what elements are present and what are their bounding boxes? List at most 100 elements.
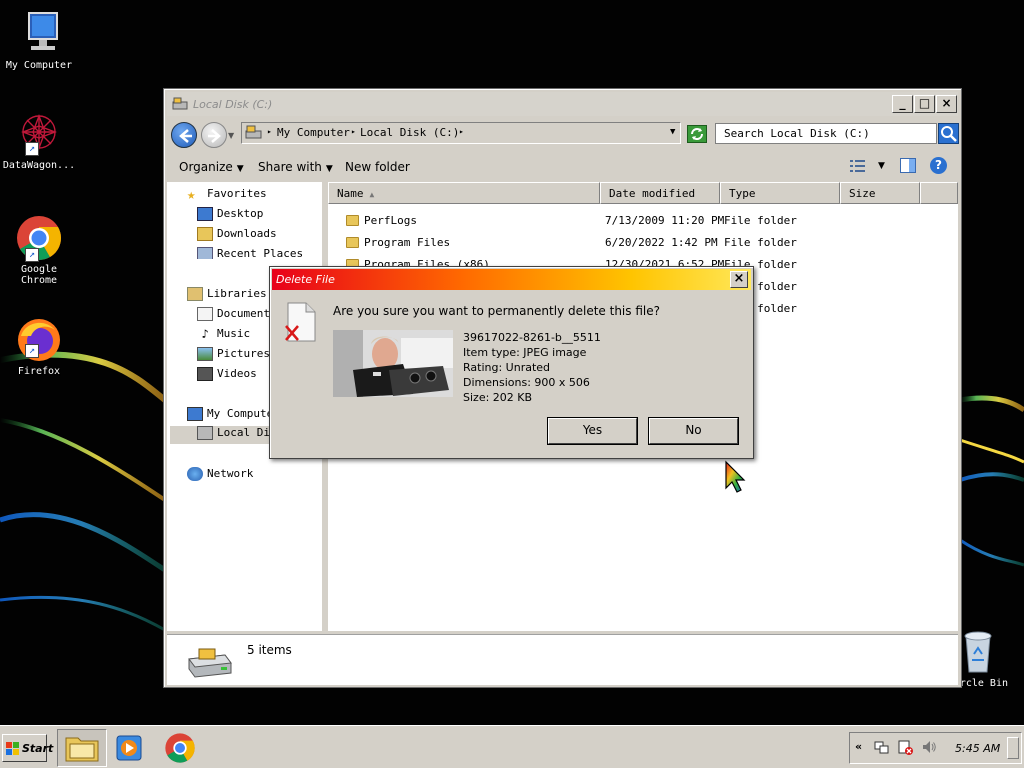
minimize-button[interactable]: _ — [892, 95, 913, 113]
nav-label: Favorites — [207, 187, 267, 200]
nav-network[interactable]: Network — [187, 467, 253, 485]
desktop-icon-firefox[interactable]: ↗ Firefox — [1, 316, 77, 377]
search-button[interactable] — [938, 123, 959, 144]
item-type: Item type: JPEG image — [463, 346, 587, 359]
yes-button[interactable]: Yes — [548, 418, 637, 444]
taskbar-media-player-button[interactable] — [116, 734, 142, 762]
taskbar-explorer-button[interactable] — [57, 729, 107, 767]
share-with-menu[interactable]: Share with ▼ — [258, 160, 333, 174]
nav-label: Videos — [217, 367, 257, 380]
tray-expand-button[interactable]: « — [855, 740, 862, 753]
dialog-question: Are you sure you want to permanently del… — [333, 304, 660, 318]
volume-icon[interactable] — [921, 739, 937, 755]
nav-videos[interactable]: Videos — [197, 367, 257, 385]
shortcut-arrow-icon: ↗ — [25, 248, 39, 262]
caret-down-icon: ▼ — [236, 164, 244, 174]
nav-music[interactable]: ♪ Music — [197, 327, 250, 345]
new-folder-button[interactable]: New folder — [345, 160, 410, 174]
desktop-icon-datawagon[interactable]: ↗ DataWagon... — [1, 110, 77, 171]
column-header-filler — [920, 182, 958, 204]
nav-label: Downloads — [217, 227, 277, 240]
nav-documents[interactable]: Documents — [197, 307, 277, 325]
dialog-title: Delete File — [276, 273, 335, 286]
nav-downloads[interactable]: Downloads — [197, 227, 277, 245]
breadcrumb-local-disk[interactable]: Local Disk (C:) — [360, 126, 459, 139]
nav-label: Desktop — [217, 207, 264, 220]
maximize-button[interactable]: □ — [914, 95, 935, 113]
recent-places-icon — [197, 247, 213, 259]
nav-libraries[interactable]: Libraries — [187, 287, 267, 305]
desktop-icon-my-computer[interactable]: My Computer — [1, 10, 77, 71]
libraries-icon — [187, 287, 203, 301]
shortcut-arrow-icon: ↗ — [25, 344, 39, 358]
breadcrumb-chevron-icon[interactable]: ▸ — [351, 127, 356, 136]
nav-my-computer[interactable]: My Compute — [187, 407, 273, 425]
nav-desktop[interactable]: Desktop — [197, 207, 263, 225]
close-button[interactable]: × — [936, 95, 957, 113]
start-button[interactable]: Start — [2, 734, 53, 762]
folder-icon — [65, 737, 99, 762]
refresh-button[interactable] — [687, 125, 707, 143]
search-input[interactable]: Search Local Disk (C:) — [715, 123, 937, 144]
action-center-icon[interactable] — [898, 740, 913, 755]
help-icon[interactable]: ? — [930, 157, 947, 174]
folder-icon — [346, 237, 359, 248]
nav-label: Documents — [217, 307, 277, 320]
window-title: Local Disk (C:) — [193, 98, 273, 111]
desktop-icon-label: DataWagon... — [2, 160, 76, 171]
file-name: 39617022-8261-b__5511 — [463, 331, 601, 344]
nav-pictures[interactable]: Pictures — [197, 347, 270, 365]
history-dropdown-icon[interactable]: ▼ — [228, 131, 234, 140]
firefox-icon: ↗ — [15, 316, 63, 364]
file-size: Size: 202 KB — [463, 391, 533, 404]
back-button[interactable] — [171, 122, 197, 148]
column-header-date[interactable]: Date modified — [600, 182, 720, 204]
forward-button[interactable] — [201, 122, 227, 148]
no-button[interactable]: No — [649, 418, 738, 444]
desktop-icon-chrome[interactable]: ↗ Google Chrome — [1, 214, 77, 286]
desktop-icon-label: Google Chrome — [20, 264, 58, 286]
file-info: 39617022-8261-b__5511 Item type: JPEG im… — [463, 330, 601, 405]
dialog-close-button[interactable]: × — [730, 271, 748, 288]
view-options-icon[interactable] — [850, 159, 866, 176]
address-input[interactable]: ▸ My Computer ▸ Local Disk (C:) ▸ ▼ — [241, 122, 681, 144]
taskbar-chrome-button[interactable] — [164, 732, 196, 764]
documents-icon — [197, 307, 213, 321]
dimensions: Dimensions: 900 x 506 — [463, 376, 590, 389]
folder-icon — [346, 215, 359, 226]
show-desktop-button[interactable] — [1007, 737, 1019, 759]
desktop-icon-label: My Computer — [5, 60, 73, 71]
music-icon: ♪ — [201, 327, 209, 341]
organize-menu[interactable]: Organize ▼ — [179, 160, 244, 174]
column-header-type[interactable]: Type — [720, 182, 840, 204]
nav-recent-places[interactable]: Recent Places — [197, 247, 303, 259]
column-label: Name — [337, 187, 364, 200]
breadcrumb-my-computer[interactable]: My Computer — [277, 126, 350, 139]
file-type: File folder — [724, 214, 797, 227]
file-row[interactable]: Program Files 6/20/2022 1:42 PM File fol… — [328, 232, 958, 254]
nav-label: Libraries — [207, 287, 267, 300]
network-icon[interactable] — [874, 740, 889, 755]
column-header-name[interactable]: Name ▲ — [328, 182, 600, 204]
address-dropdown-icon[interactable]: ▼ — [670, 127, 675, 137]
drive-icon — [245, 125, 263, 144]
drive-icon — [197, 426, 213, 440]
column-header-size[interactable]: Size — [840, 182, 920, 204]
explorer-titlebar[interactable]: Local Disk (C:) _ □ × — [167, 92, 958, 116]
preview-pane-icon[interactable] — [900, 158, 916, 173]
breadcrumb-chevron-icon[interactable]: ▸ — [459, 127, 464, 136]
file-row[interactable]: PerfLogs 7/13/2009 11:20 PM File folder — [328, 210, 958, 232]
view-dropdown-icon[interactable]: ▼ — [878, 161, 885, 171]
breadcrumb-chevron-icon[interactable]: ▸ — [267, 127, 272, 136]
windows-logo-icon — [6, 742, 20, 758]
file-date: 7/13/2009 11:20 PM — [605, 214, 725, 227]
file-thumbnail — [333, 330, 453, 397]
nav-label: Recent Places — [217, 247, 304, 259]
nav-favorites[interactable]: ★ Favorites — [187, 187, 267, 205]
datawagon-icon: ↗ — [15, 110, 63, 158]
details-pane: 5 items — [167, 634, 958, 685]
desktop-icon — [197, 207, 213, 221]
network-icon — [187, 467, 203, 481]
dialog-titlebar[interactable]: Delete File × — [272, 269, 751, 290]
clock[interactable]: 5:45 AM — [955, 742, 1000, 755]
